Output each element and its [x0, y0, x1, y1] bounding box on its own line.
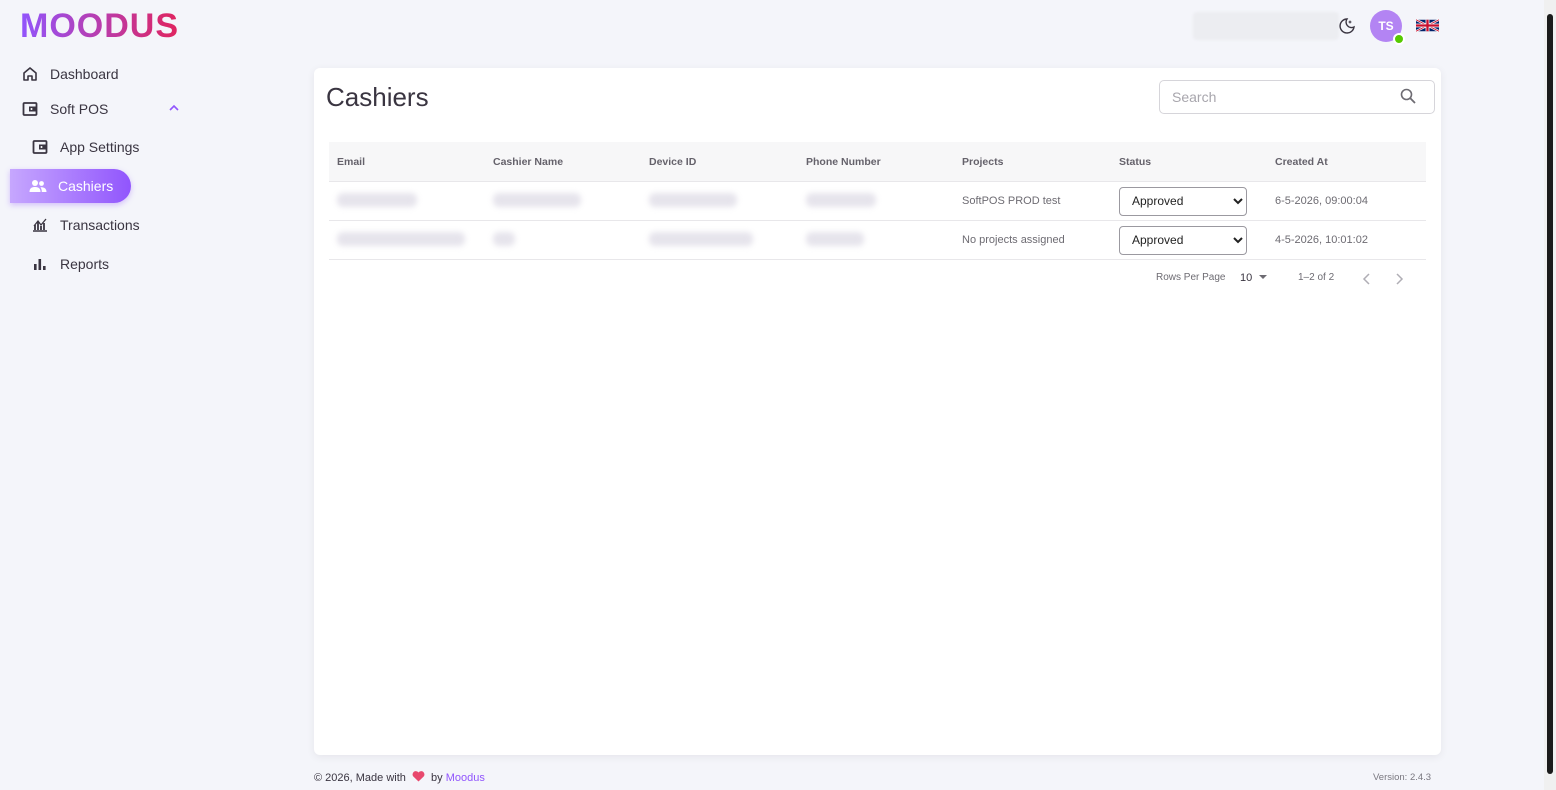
projects-cell: SoftPOS PROD test	[954, 181, 1111, 221]
status-select[interactable]: Approved	[1119, 186, 1247, 216]
column-header-email[interactable]: Email	[329, 142, 485, 182]
scrollbar-thumb[interactable]	[1547, 14, 1553, 774]
page-title: Cashiers	[326, 82, 429, 112]
previous-page-icon[interactable]	[1362, 273, 1372, 285]
home-icon	[20, 64, 40, 84]
sidebar-item-label: App Settings	[60, 139, 140, 155]
email-cell	[329, 181, 485, 221]
projects-cell: No projects assigned	[954, 220, 1111, 260]
search-icon[interactable]	[1400, 88, 1416, 104]
cashier-name-cell	[485, 181, 641, 221]
device-id-cell	[641, 220, 798, 260]
column-header-projects[interactable]: Projects	[954, 142, 1111, 182]
column-header-status[interactable]: Status	[1111, 142, 1267, 182]
search-box[interactable]	[1159, 80, 1435, 114]
redacted-cashier-name	[493, 192, 581, 207]
cashiers-card: Cashiers Email Cashier Name Device ID Ph…	[314, 68, 1441, 755]
created-at-cell: 6-5-2026, 09:00:04	[1267, 181, 1426, 221]
copyright-text: © 2026, Made with	[314, 772, 406, 784]
moodus-logo: MOODUS	[20, 10, 179, 42]
moon-icon[interactable]	[1338, 17, 1356, 35]
redacted-email	[337, 192, 417, 207]
pagination-range: 1–2 of 2	[1298, 272, 1335, 283]
uk-flag-icon[interactable]	[1416, 17, 1439, 34]
status-cell: Approved	[1111, 181, 1267, 221]
table-row: No projects assigned Approved 4-5-2026, …	[329, 220, 1426, 260]
wallet-icon	[20, 99, 40, 119]
page-scrollbar[interactable]	[1544, 0, 1556, 790]
users-icon	[28, 176, 48, 196]
table-header-row: Email Cashier Name Device ID Phone Numbe…	[329, 142, 1426, 182]
cashier-name-cell	[485, 220, 641, 260]
redacted-device-id	[649, 231, 753, 246]
next-page-icon[interactable]	[1394, 273, 1404, 285]
sidebar-item-label: Cashiers	[58, 178, 114, 194]
redacted-org-name	[1193, 12, 1339, 40]
sidebar-item-dashboard[interactable]: Dashboard	[20, 64, 119, 84]
status-cell: Approved	[1111, 220, 1267, 260]
sidebar-item-label: Transactions	[60, 217, 140, 233]
device-id-cell	[641, 181, 798, 221]
by-text: by	[431, 772, 443, 784]
svg-text:MOODUS: MOODUS	[20, 10, 179, 42]
column-header-created-at[interactable]: Created At	[1267, 142, 1426, 182]
sidebar-item-transactions[interactable]: Transactions	[30, 215, 140, 235]
sidebar-item-app-settings[interactable]: App Settings	[30, 137, 139, 157]
sidebar-item-label: Reports	[60, 256, 110, 272]
phone-number-cell	[798, 181, 954, 221]
sidebar-item-soft-pos[interactable]: Soft POS	[20, 99, 108, 119]
footer: © 2026, Made with by Moodus	[314, 771, 485, 784]
redacted-email	[337, 231, 465, 246]
column-header-phone-number[interactable]: Phone Number	[798, 142, 954, 182]
bar-chart-icon	[30, 254, 50, 274]
created-at-cell: 4-5-2026, 10:01:02	[1267, 220, 1426, 260]
chevron-up-icon[interactable]	[168, 102, 180, 114]
email-cell	[329, 220, 485, 260]
search-input[interactable]	[1170, 88, 1394, 106]
transactions-icon	[30, 215, 50, 235]
status-select[interactable]: Approved	[1119, 225, 1247, 255]
redacted-phone-number	[806, 231, 864, 246]
redacted-device-id	[649, 192, 737, 207]
wallet-icon	[30, 137, 50, 157]
redacted-phone-number	[806, 192, 876, 207]
column-header-cashier-name[interactable]: Cashier Name	[485, 142, 641, 182]
heart-icon	[412, 771, 425, 782]
phone-number-cell	[798, 220, 954, 260]
cashiers-table: Email Cashier Name Device ID Phone Numbe…	[329, 142, 1426, 260]
sidebar-item-reports[interactable]: Reports	[30, 254, 109, 274]
redacted-cashier-name	[493, 231, 515, 246]
rows-per-page-label: Rows Per Page	[1156, 272, 1226, 283]
caret-down-icon	[1259, 275, 1268, 279]
sidebar-item-label: Soft POS	[50, 101, 109, 117]
version-label: Version: 2.4.3	[1373, 772, 1432, 783]
moodus-link[interactable]: Moodus	[446, 772, 485, 784]
sidebar-item-cashiers[interactable]: Cashiers	[10, 169, 132, 203]
table-row: SoftPOS PROD test Approved 6-5-2026, 09:…	[329, 181, 1426, 221]
column-header-device-id[interactable]: Device ID	[641, 142, 798, 182]
online-status-dot	[1393, 33, 1405, 45]
rows-per-page-select[interactable]: 10	[1240, 272, 1268, 284]
rows-per-page-value: 10	[1240, 272, 1253, 284]
sidebar-item-label: Dashboard	[50, 66, 119, 82]
